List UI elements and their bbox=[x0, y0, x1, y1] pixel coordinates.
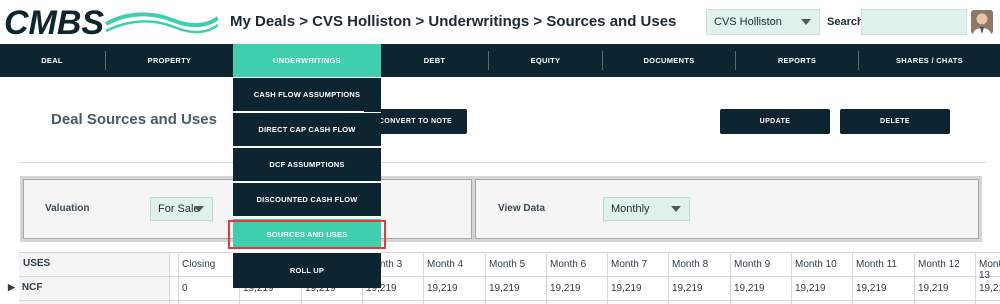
column-header: Closing bbox=[182, 259, 216, 270]
column-divider bbox=[178, 252, 179, 304]
table-cell: 19,219 bbox=[856, 283, 887, 294]
nav-documents[interactable]: DOCUMENTS bbox=[603, 44, 735, 77]
project-select[interactable]: CVS Holliston bbox=[706, 9, 820, 35]
valuation-label: Valuation bbox=[45, 203, 90, 214]
table-cell: 19,219 bbox=[427, 283, 458, 294]
column-divider bbox=[791, 252, 792, 304]
uses-header: USES bbox=[23, 258, 51, 269]
uses-column: USES bbox=[19, 252, 170, 304]
view-data-select[interactable]: Monthly bbox=[603, 197, 690, 221]
main-nav: DEAL PROPERTY UNDERWRITINGS DEBT EQUITY … bbox=[0, 44, 1000, 77]
menu-item-direct-cap-cash-flow[interactable]: DIRECT CAP CASH FLOW bbox=[233, 112, 381, 146]
nav-underwritings[interactable]: UNDERWRITINGS bbox=[233, 44, 381, 77]
column-divider bbox=[730, 252, 731, 304]
table-cell: 19,219 bbox=[795, 283, 826, 294]
update-button[interactable]: UPDATE bbox=[720, 109, 830, 134]
nav-reports[interactable]: REPORTS bbox=[736, 44, 858, 77]
menu-item-roll-up[interactable]: ROLL UP bbox=[233, 252, 381, 288]
table-cell: 19,219 bbox=[979, 283, 1000, 294]
view-data-filter bbox=[475, 179, 979, 239]
menu-item-cash-flow-assumptions[interactable]: CASH FLOW ASSUMPTIONS bbox=[233, 77, 381, 111]
column-divider bbox=[607, 252, 608, 304]
column-divider bbox=[546, 252, 547, 304]
column-header: Month 11 bbox=[856, 259, 897, 270]
table-cell: 19,219 bbox=[672, 283, 703, 294]
ncf-row-label[interactable]: ▶ NCF bbox=[8, 282, 42, 293]
nav-deal[interactable]: DEAL bbox=[0, 44, 104, 77]
view-data-label: View Data bbox=[498, 203, 546, 214]
table-cell: 19,219 bbox=[918, 283, 949, 294]
column-header: Month 10 bbox=[795, 259, 837, 270]
ncf-label: NCF bbox=[21, 282, 43, 293]
table-cell: 19,219 bbox=[611, 283, 642, 294]
column-header: Month 5 bbox=[489, 259, 526, 270]
triangle-right-icon: ▶ bbox=[8, 282, 15, 292]
search-input[interactable] bbox=[861, 9, 967, 35]
view-data-select-value: Monthly bbox=[611, 203, 650, 215]
selection-highlight-box bbox=[228, 220, 386, 249]
nav-property[interactable]: PROPERTY bbox=[106, 44, 233, 77]
search-label: Search bbox=[827, 16, 864, 28]
column-divider bbox=[975, 252, 976, 304]
nav-equity[interactable]: EQUITY bbox=[489, 44, 602, 77]
user-photo-icon bbox=[971, 10, 993, 34]
column-header: Month 8 bbox=[672, 259, 709, 270]
section-divider bbox=[19, 162, 986, 163]
page-title: Deal Sources and Uses bbox=[51, 111, 217, 128]
table-cell: 0 bbox=[182, 283, 188, 294]
column-header: Month 9 bbox=[734, 259, 771, 270]
column-divider bbox=[485, 252, 486, 304]
column-header: Month 4 bbox=[427, 259, 464, 270]
table-cell: 19,219 bbox=[550, 283, 581, 294]
project-select-value: CVS Holliston bbox=[714, 16, 782, 28]
column-header: Month 13 bbox=[979, 259, 1000, 281]
column-divider bbox=[852, 252, 853, 304]
column-divider bbox=[423, 252, 424, 304]
nav-debt[interactable]: DEBT bbox=[381, 44, 488, 77]
app-header: CMBS My Deals > CVS Holliston > Underwri… bbox=[0, 0, 1000, 44]
cmbs-logo[interactable]: CMBS bbox=[2, 4, 218, 40]
table-cell: 19,219 bbox=[734, 283, 765, 294]
column-divider bbox=[914, 252, 915, 304]
table-cell: 19,219 bbox=[489, 283, 520, 294]
user-avatar[interactable] bbox=[971, 10, 993, 34]
chevron-down-icon bbox=[671, 206, 681, 212]
menu-item-discounted-cash-flow[interactable]: DISCOUNTED CASH FLOW bbox=[233, 182, 381, 216]
chevron-down-icon bbox=[194, 206, 204, 212]
menu-item-dcf-assumptions[interactable]: DCF ASSUMPTIONS bbox=[233, 147, 381, 181]
column-header: Month 6 bbox=[550, 259, 587, 270]
column-header: Month 12 bbox=[918, 259, 960, 270]
delete-button[interactable]: DELETE bbox=[840, 109, 950, 134]
column-header: Month 7 bbox=[611, 259, 648, 270]
valuation-select[interactable]: For Sale bbox=[150, 197, 213, 221]
chevron-down-icon bbox=[801, 19, 811, 25]
breadcrumb: My Deals > CVS Holliston > Underwritings… bbox=[230, 13, 677, 30]
svg-text:CMBS: CMBS bbox=[4, 4, 104, 40]
nav-shares-chats[interactable]: SHARES / CHATS bbox=[859, 44, 1000, 77]
column-divider bbox=[668, 252, 669, 304]
